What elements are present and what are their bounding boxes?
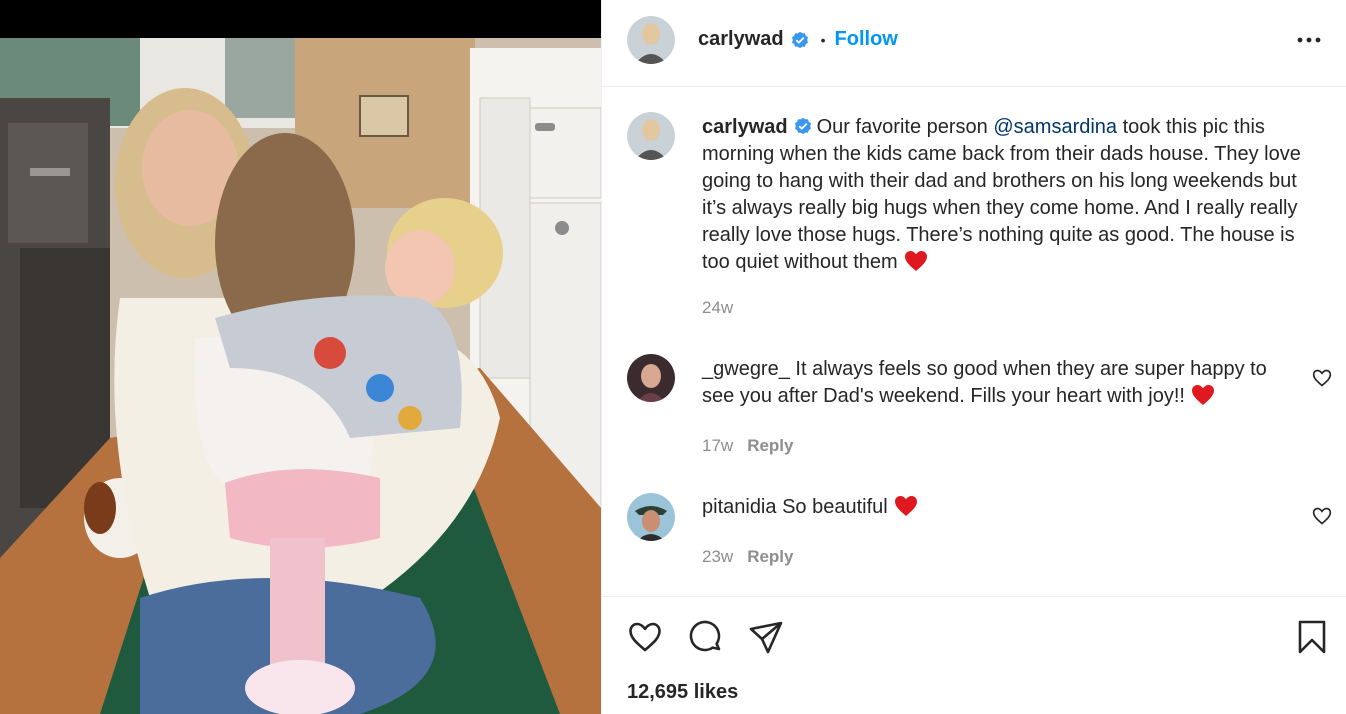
- red-heart-emoji-icon: [904, 250, 928, 272]
- post-photo-panel: [0, 0, 601, 714]
- caption-mention-link[interactable]: @samsardina: [993, 116, 1117, 138]
- heart-icon[interactable]: [627, 619, 663, 655]
- red-heart-emoji-icon: [1191, 384, 1215, 406]
- comment-timestamp[interactable]: 23w: [702, 547, 733, 566]
- caption-text-start: Our favorite person: [816, 116, 994, 138]
- comment-text: pitanidia So beautiful: [702, 494, 1302, 521]
- more-options-icon[interactable]: [1296, 30, 1322, 50]
- commenter-avatar[interactable]: [627, 354, 675, 402]
- comments-section: carlywad Our favorite person @samsardina …: [602, 88, 1346, 596]
- separator-dot: •: [820, 31, 826, 48]
- likes-count[interactable]: 12,695 likes: [627, 681, 738, 704]
- post-photo-illustration: [0, 38, 601, 714]
- comment-like-heart-icon[interactable]: [1312, 506, 1332, 526]
- comment-meta: 23w Reply: [702, 547, 793, 567]
- commenter-avatar[interactable]: [627, 493, 675, 541]
- photo-top-bar: [0, 0, 601, 38]
- caption-username[interactable]: carlywad: [702, 116, 788, 138]
- commenter-username[interactable]: pitanidia: [702, 496, 777, 518]
- caption-author-avatar[interactable]: [627, 112, 675, 160]
- comment-timestamp[interactable]: 17w: [702, 436, 733, 455]
- post-actions-bar: 12,695 likes: [602, 596, 1346, 714]
- red-heart-emoji-icon: [894, 495, 918, 517]
- verified-badge-icon: [791, 31, 809, 49]
- caption-text-end: took this pic this morning when the kids…: [702, 116, 1301, 273]
- post-caption: carlywad Our favorite person @samsardina …: [702, 114, 1312, 276]
- comment-body: So beautiful: [782, 496, 888, 518]
- commenter-username[interactable]: _gwegre_: [702, 358, 790, 380]
- comment-icon[interactable]: [688, 619, 724, 655]
- bookmark-icon[interactable]: [1294, 619, 1330, 655]
- post-header: carlywad • Follow: [602, 0, 1346, 87]
- caption-meta: 24w: [702, 298, 733, 318]
- header-user-row: carlywad • Follow: [698, 28, 898, 51]
- comment-like-heart-icon[interactable]: [1312, 368, 1332, 388]
- share-icon[interactable]: [748, 619, 784, 655]
- caption-timestamp[interactable]: 24w: [702, 298, 733, 317]
- verified-badge-icon: [794, 116, 812, 135]
- post-photo[interactable]: [0, 38, 601, 714]
- author-username[interactable]: carlywad: [698, 28, 784, 51]
- comment-meta: 17w Reply: [702, 436, 793, 456]
- follow-button[interactable]: Follow: [835, 28, 898, 51]
- comment-text: _gwegre_ It always feels so good when th…: [702, 356, 1302, 410]
- author-avatar[interactable]: [627, 16, 675, 64]
- reply-button[interactable]: Reply: [747, 436, 793, 455]
- reply-button[interactable]: Reply: [747, 547, 793, 566]
- post-sidebar: carlywad • Follow carlywad Our favorite p…: [601, 0, 1346, 714]
